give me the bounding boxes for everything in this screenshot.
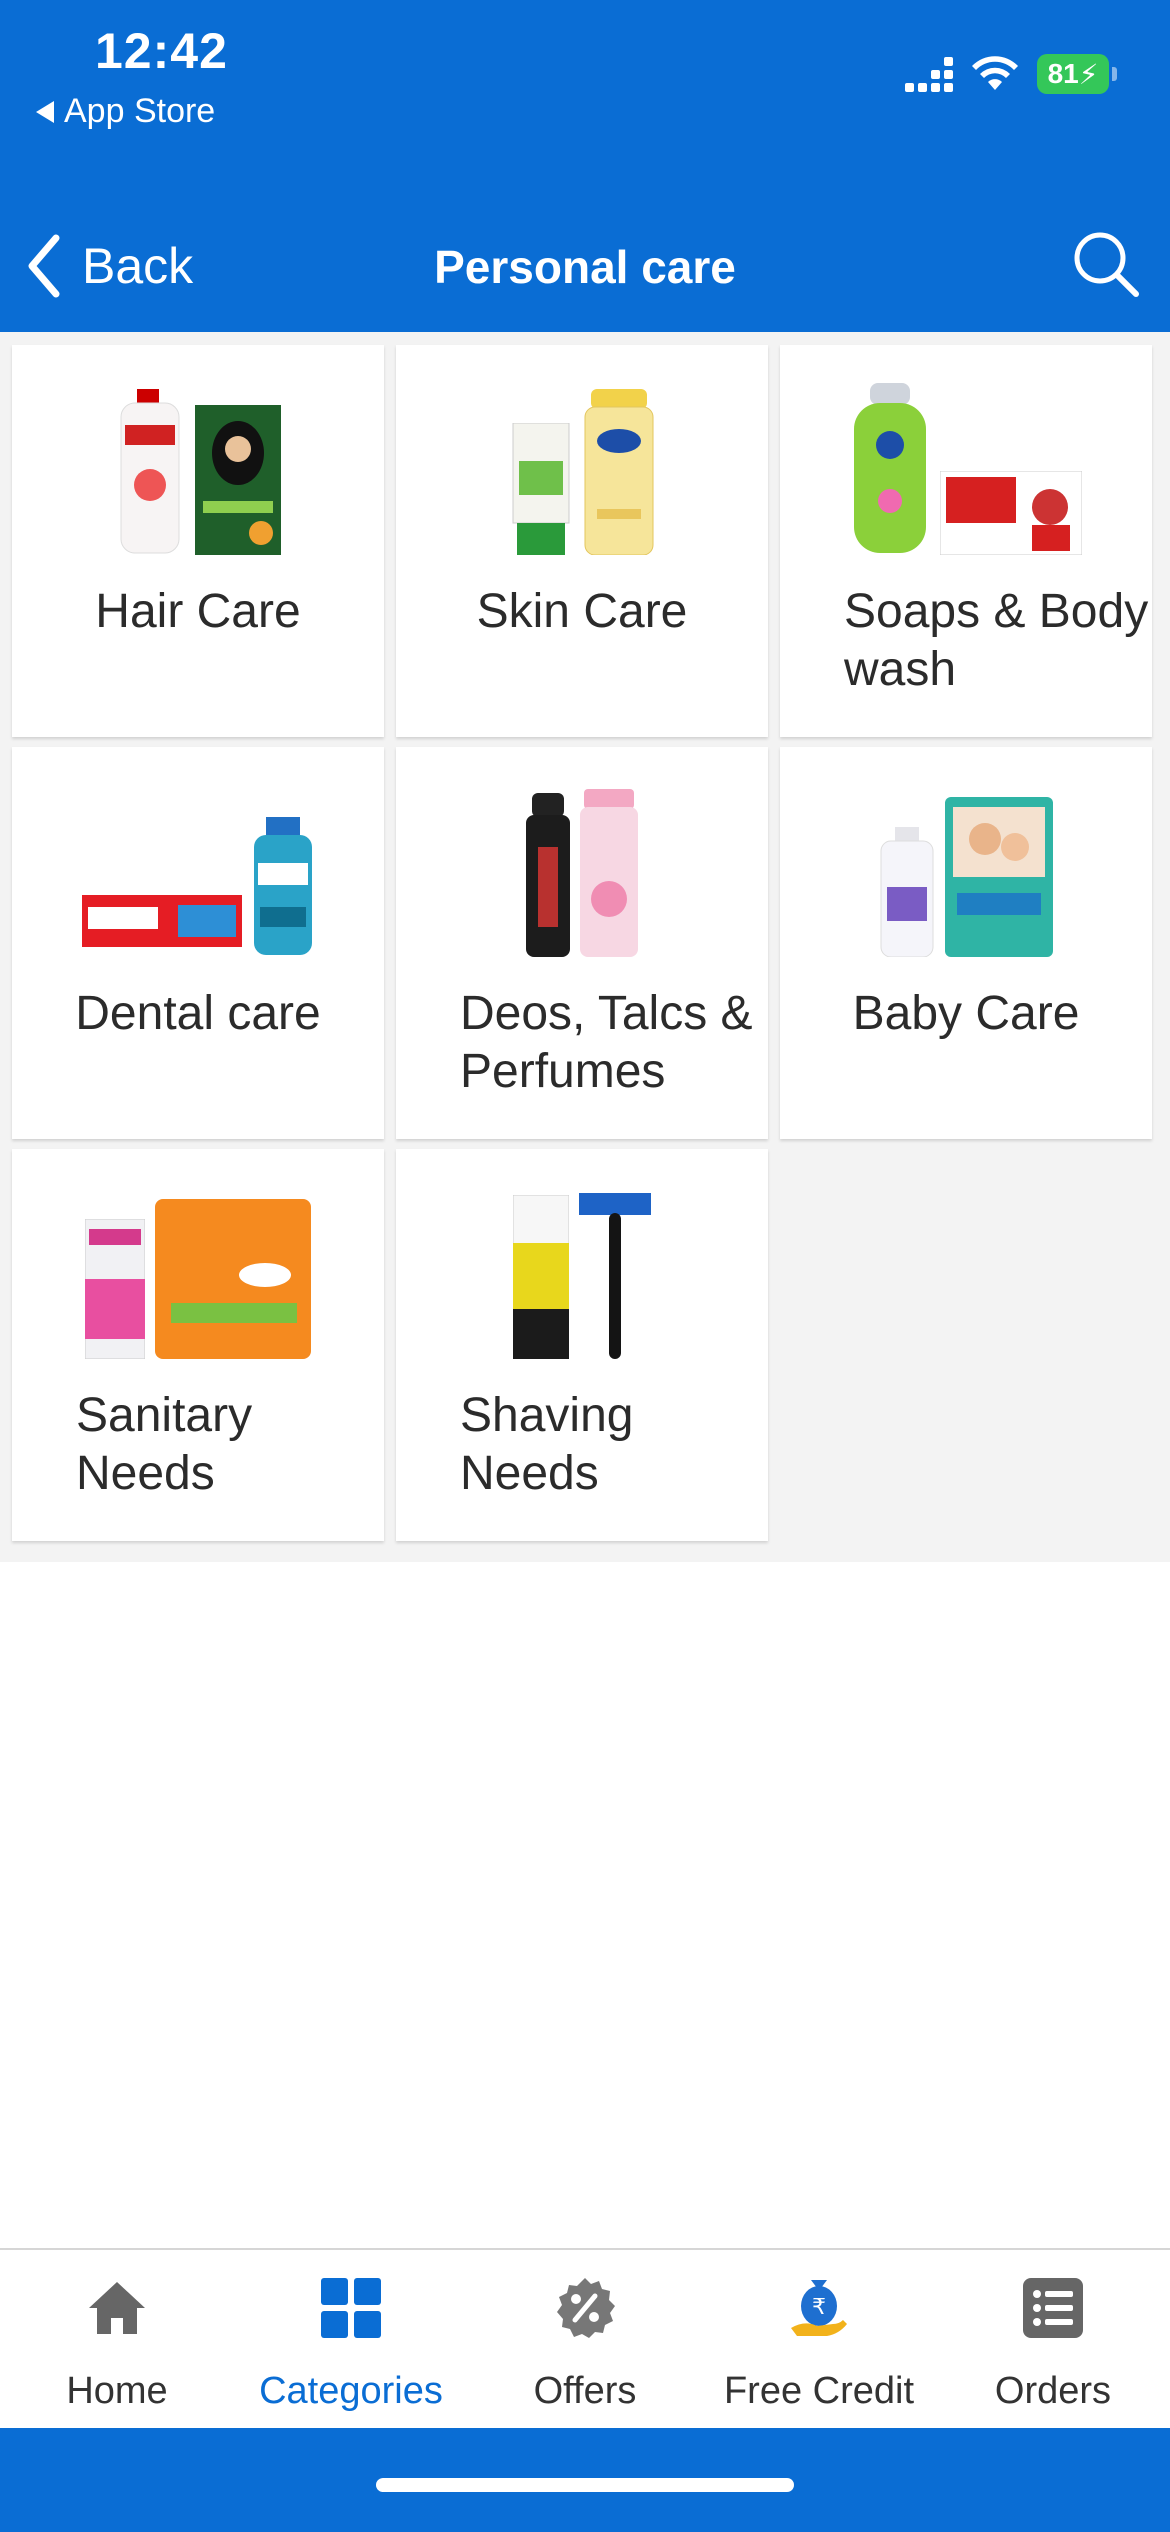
percent-badge-icon [557,2278,615,2338]
category-tile-hair-care[interactable]: Hair Care [12,345,384,737]
category-label: Baby Care [852,987,1080,1040]
battery-icon: 81 ⚡ [1037,54,1117,94]
home-icon [89,2282,145,2334]
category-grid: Hair Care Skin Care Soaps & Body wash De… [0,332,1170,1562]
sanitary-product-image [12,1179,384,1359]
shaving-product-image [396,1179,768,1359]
back-app-label: App Store [64,92,216,130]
bottom-tab-bar: Home Categories Offers ₹ Free Credit Ord… [0,2248,1170,2428]
category-label: Shaving Needs [460,1389,634,1500]
battery-level: 81 [1047,58,1079,89]
tab-free-credit[interactable]: ₹ Free Credit [702,2250,936,2430]
category-label: Sanitary Needs [76,1389,253,1500]
back-button[interactable]: Back [24,230,193,302]
tab-orders[interactable]: Orders [936,2250,1170,2430]
category-tile-dental-care[interactable]: Dental care [12,747,384,1139]
category-label: Skin Care [476,585,688,638]
tab-label: Categories [259,2370,443,2412]
dental-product-image [12,777,384,957]
categories-icon [321,2278,381,2338]
back-label: Back [82,238,194,294]
search-icon[interactable] [1068,226,1144,302]
category-tile-soaps-body-wash[interactable]: Soaps & Body wash [780,345,1152,737]
tab-label: Free Credit [723,2370,915,2412]
skin-care-product-image [396,375,768,555]
svg-text:₹: ₹ [812,2295,826,2320]
list-icon [1023,2278,1083,2338]
home-indicator-area [0,2428,1170,2532]
rupee-bag-icon: ₹ [791,2280,847,2336]
category-label: Hair Care [95,585,301,638]
tab-label: Orders [994,2370,1112,2412]
category-label: Deos, Talcs & Perfumes [460,987,753,1098]
category-label: Dental care [75,987,321,1040]
cellular-signal-icon [905,56,953,92]
baby-care-product-image [780,777,1152,957]
category-tile-baby-care[interactable]: Baby Care [780,747,1152,1139]
category-tile-deos-talcs-perfumes[interactable]: Deos, Talcs & Perfumes [396,747,768,1139]
hair-care-product-image [12,375,384,555]
category-label: Soaps & Body wash [844,585,1149,696]
back-triangle-icon [36,100,54,123]
status-indicators: 81 ⚡ [905,54,1117,94]
tab-label: Home [66,2370,168,2412]
chevron-left-icon [28,234,60,298]
back-to-app-store-link[interactable]: App Store [36,92,215,131]
soaps-product-image [780,375,1152,555]
tab-offers[interactable]: Offers [468,2250,702,2430]
category-tile-sanitary-needs[interactable]: Sanitary Needs [12,1149,384,1541]
tab-home[interactable]: Home [0,2250,234,2430]
wifi-icon [972,56,1018,90]
deos-product-image [396,777,768,957]
navigation-bar: Back Personal care [0,200,1170,332]
tab-label: Offers [533,2370,637,2412]
status-time: 12:42 [95,23,228,79]
category-tile-skin-care[interactable]: Skin Care [396,345,768,737]
home-indicator[interactable] [376,2478,794,2492]
category-tile-shaving-needs[interactable]: Shaving Needs [396,1149,768,1541]
status-bar: 12:42 App Store 81 ⚡ [0,0,1170,200]
tab-categories[interactable]: Categories [234,2250,468,2430]
